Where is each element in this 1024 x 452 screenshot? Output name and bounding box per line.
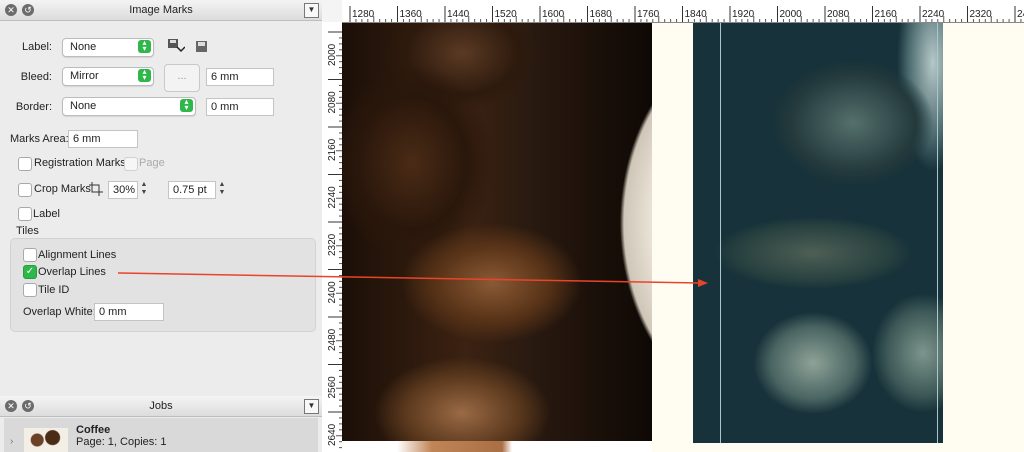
annotation-arrow bbox=[117, 272, 708, 287]
